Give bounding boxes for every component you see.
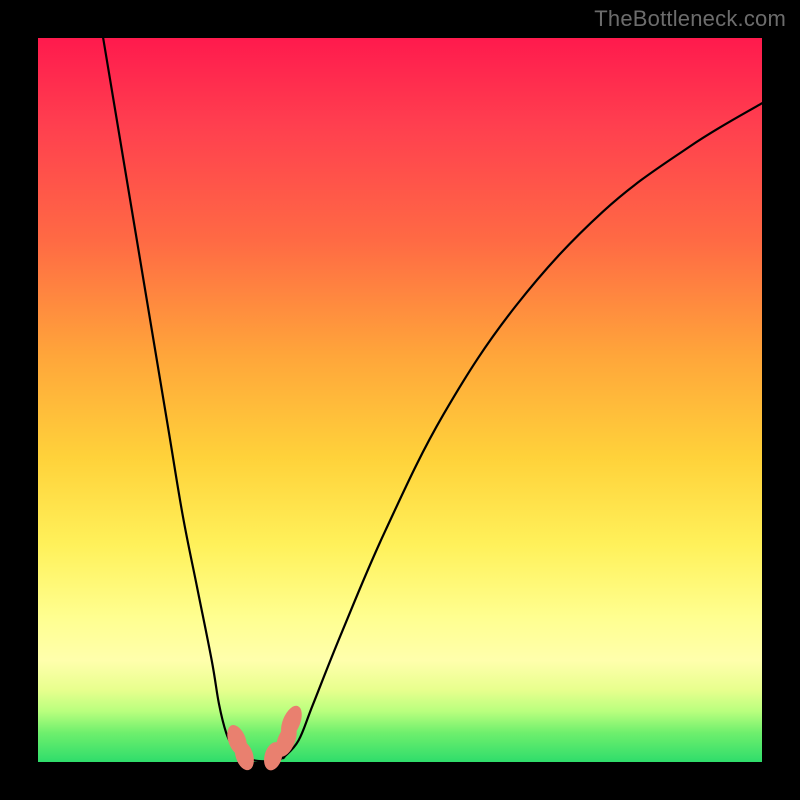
watermark-text: TheBottleneck.com	[594, 6, 786, 32]
curve-markers	[223, 703, 305, 773]
plot-area	[38, 38, 762, 762]
bottleneck-curve	[38, 38, 762, 762]
chart-frame: TheBottleneck.com	[0, 0, 800, 800]
curve-path	[103, 38, 762, 761]
